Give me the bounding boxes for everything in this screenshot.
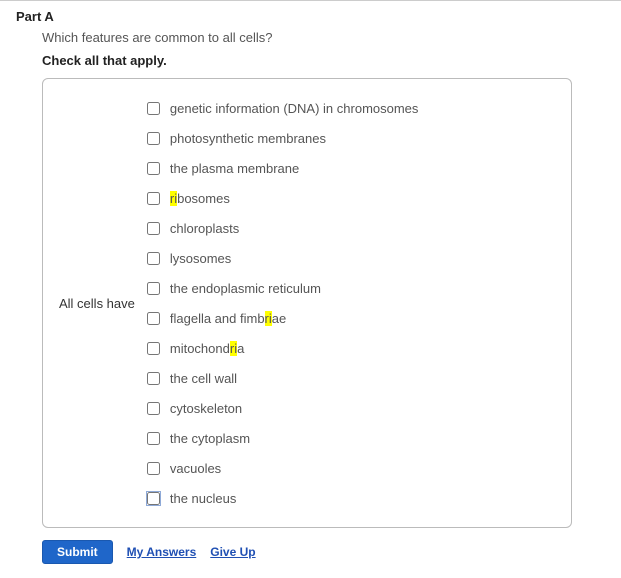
- option-ribosomes: ribosomes: [147, 183, 419, 213]
- give-up-link[interactable]: Give Up: [210, 545, 255, 559]
- option-chloroplasts: chloroplasts: [147, 213, 419, 243]
- instruction-text: Check all that apply.: [0, 53, 621, 78]
- option-er: the endoplasmic reticulum: [147, 273, 419, 303]
- option-label: the nucleus: [170, 491, 237, 506]
- checkbox-cell-wall[interactable]: [147, 372, 160, 385]
- checkbox-chloroplasts[interactable]: [147, 222, 160, 235]
- highlight: ri: [170, 191, 177, 206]
- option-mitochondria: mitochondria: [147, 333, 419, 363]
- option-lysosomes: lysosomes: [147, 243, 419, 273]
- option-label: chloroplasts: [170, 221, 239, 236]
- submit-button[interactable]: Submit: [42, 540, 113, 564]
- highlight: ri: [265, 311, 272, 326]
- option-vacuoles: vacuoles: [147, 453, 419, 483]
- answer-box: All cells have genetic information (DNA)…: [42, 78, 572, 528]
- row-label: All cells have: [53, 296, 147, 311]
- option-nucleus: the nucleus: [147, 483, 419, 513]
- option-dna: genetic information (DNA) in chromosomes: [147, 93, 419, 123]
- my-answers-link[interactable]: My Answers: [127, 545, 197, 559]
- option-label: mitochondria: [170, 341, 244, 356]
- question-text: Which features are common to all cells?: [0, 28, 621, 53]
- option-label: flagella and fimbriae: [170, 311, 286, 326]
- checkbox-vacuoles[interactable]: [147, 462, 160, 475]
- checkbox-dna[interactable]: [147, 102, 160, 115]
- option-flagella: flagella and fimbriae: [147, 303, 419, 333]
- checkbox-photosynthetic[interactable]: [147, 132, 160, 145]
- checkbox-cytoskeleton[interactable]: [147, 402, 160, 415]
- option-cytoskeleton: cytoskeleton: [147, 393, 419, 423]
- checkbox-nucleus[interactable]: [147, 492, 160, 505]
- option-label: photosynthetic membranes: [170, 131, 326, 146]
- option-label: genetic information (DNA) in chromosomes: [170, 101, 419, 116]
- button-row: Submit My Answers Give Up: [42, 540, 621, 578]
- checkbox-flagella[interactable]: [147, 312, 160, 325]
- option-label: the plasma membrane: [170, 161, 299, 176]
- option-label: cytoskeleton: [170, 401, 242, 416]
- option-plasma-membrane: the plasma membrane: [147, 153, 419, 183]
- option-label: the cell wall: [170, 371, 237, 386]
- checkbox-lysosomes[interactable]: [147, 252, 160, 265]
- option-label: vacuoles: [170, 461, 221, 476]
- option-label: the cytoplasm: [170, 431, 250, 446]
- option-label: lysosomes: [170, 251, 231, 266]
- part-label: Part A: [0, 1, 621, 28]
- options-list: genetic information (DNA) in chromosomes…: [147, 93, 419, 513]
- option-label: the endoplasmic reticulum: [170, 281, 321, 296]
- option-cell-wall: the cell wall: [147, 363, 419, 393]
- checkbox-plasma-membrane[interactable]: [147, 162, 160, 175]
- checkbox-ribosomes[interactable]: [147, 192, 160, 205]
- checkbox-er[interactable]: [147, 282, 160, 295]
- checkbox-mitochondria[interactable]: [147, 342, 160, 355]
- option-cytoplasm: the cytoplasm: [147, 423, 419, 453]
- option-photosynthetic: photosynthetic membranes: [147, 123, 419, 153]
- highlight: ri: [230, 341, 237, 356]
- checkbox-cytoplasm[interactable]: [147, 432, 160, 445]
- option-label: ribosomes: [170, 191, 230, 206]
